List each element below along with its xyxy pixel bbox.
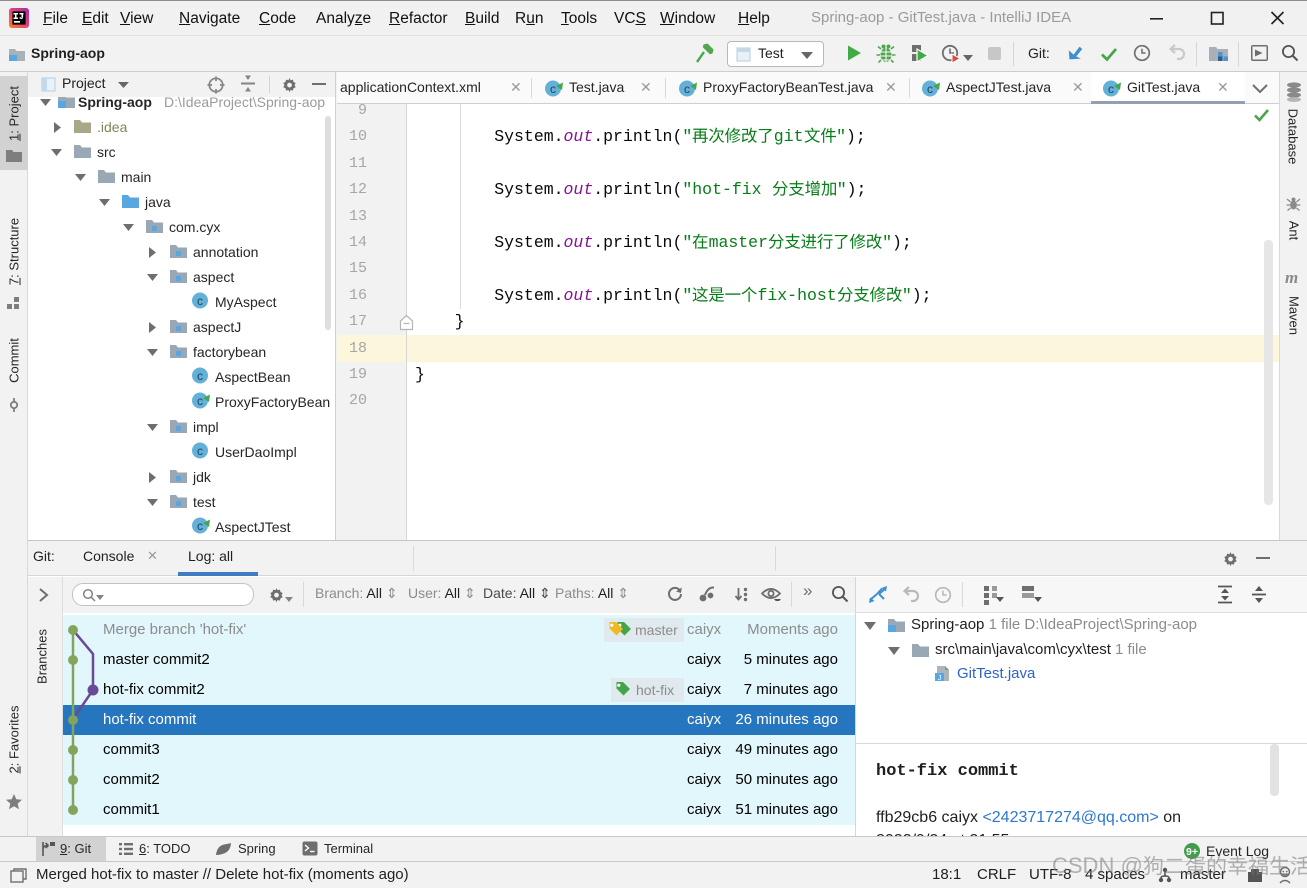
- svg-text:c: c: [684, 82, 690, 96]
- svg-text:c: c: [550, 82, 556, 96]
- svg-text:c: c: [197, 294, 203, 308]
- svg-text:c: c: [197, 369, 203, 383]
- svg-text:c: c: [197, 394, 203, 408]
- svg-text:c: c: [197, 519, 203, 533]
- svg-text:c: c: [197, 444, 203, 458]
- svg-text:J: J: [938, 675, 942, 682]
- svg-text:c: c: [1108, 82, 1114, 96]
- svg-text:c: c: [927, 82, 933, 96]
